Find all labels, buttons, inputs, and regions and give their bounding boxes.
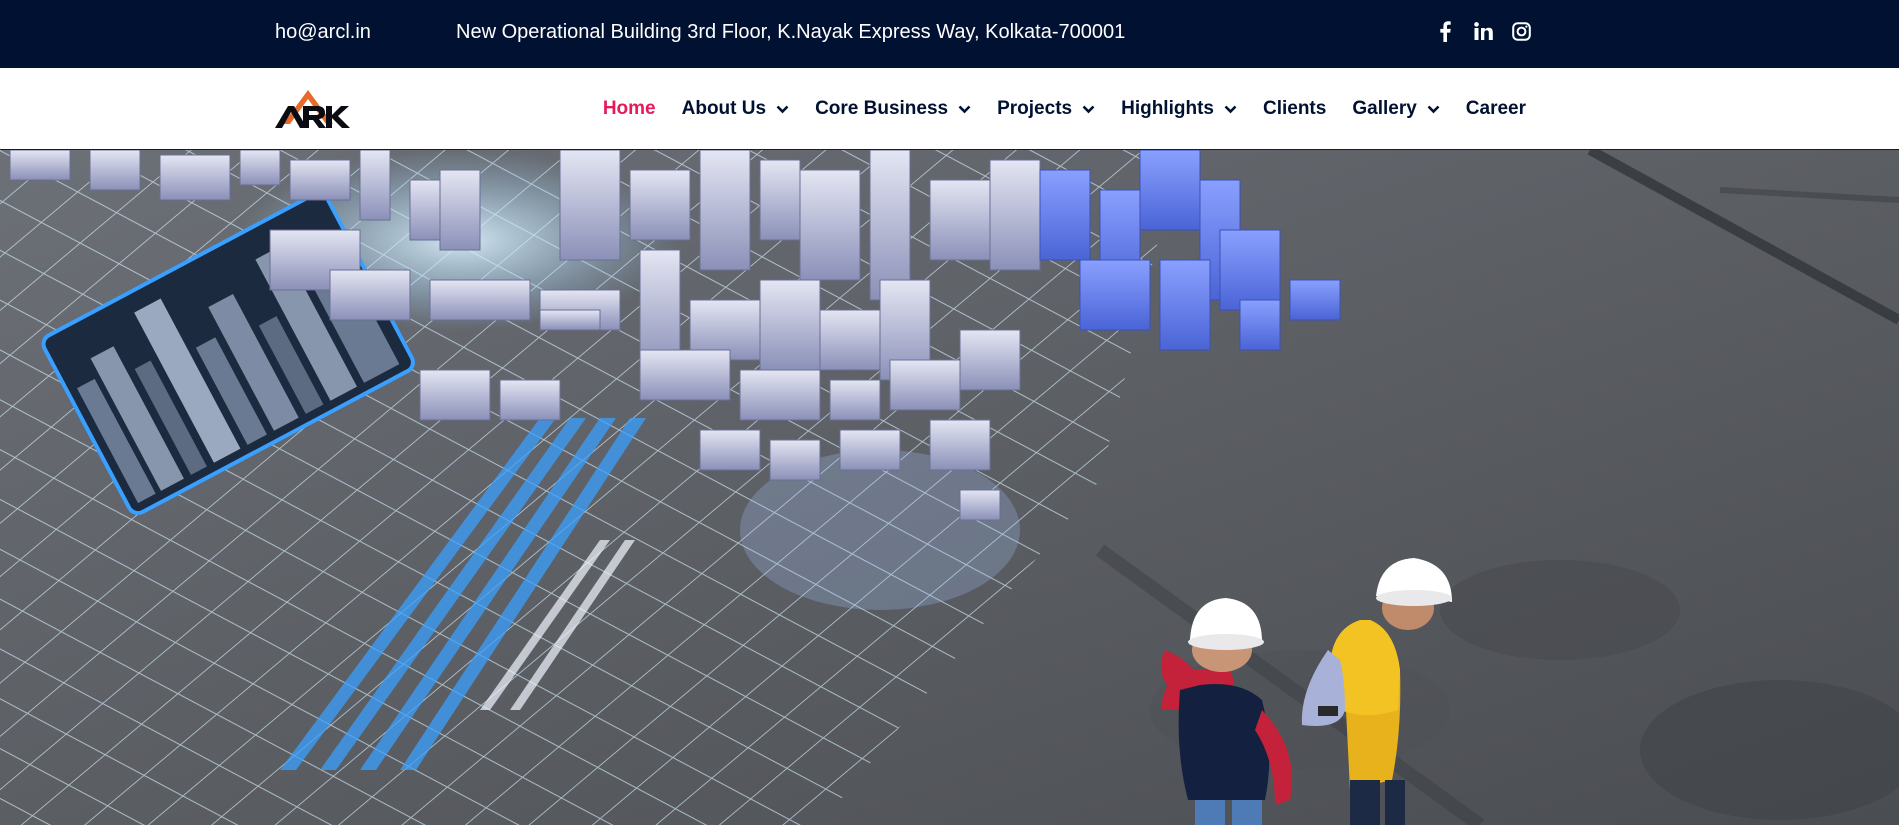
nav-projects[interactable]: Projects <box>997 98 1095 120</box>
chevron-down-icon <box>1427 105 1440 113</box>
nav-home[interactable]: Home <box>603 98 656 120</box>
top-info-bar: ho@arcl.in New Operational Building 3rd … <box>0 0 1899 68</box>
ark-logo[interactable] <box>273 84 351 132</box>
email-link[interactable]: ho@arcl.in <box>275 21 371 44</box>
chevron-down-icon <box>958 105 971 113</box>
nav-label: Projects <box>997 98 1073 119</box>
nav-label: Clients <box>1262 98 1327 119</box>
primary-nav: Home About Us Core Business Projects Hig… <box>603 68 1526 150</box>
address-text: New Operational Building 3rd Floor, K.Na… <box>456 21 1126 43</box>
nav-label: Home <box>602 98 656 119</box>
nav-highlights[interactable]: Highlights <box>1121 98 1237 120</box>
facebook-icon[interactable] <box>1434 19 1456 43</box>
nav-clients[interactable]: Clients <box>1263 98 1326 120</box>
nav-about-us[interactable]: About Us <box>682 98 789 120</box>
chevron-down-icon <box>1082 105 1095 113</box>
main-navbar: Home About Us Core Business Projects Hig… <box>0 68 1899 150</box>
nav-gallery[interactable]: Gallery <box>1352 98 1440 120</box>
nav-label: Gallery <box>1352 98 1417 119</box>
hero-illustration <box>0 150 1899 825</box>
nav-label: Career <box>1465 98 1526 119</box>
nav-label: Highlights <box>1121 98 1214 119</box>
chevron-down-icon <box>1224 105 1237 113</box>
nav-career[interactable]: Career <box>1466 98 1526 120</box>
hero-image <box>0 150 1899 825</box>
chevron-down-icon <box>776 105 789 113</box>
instagram-icon[interactable] <box>1510 19 1532 43</box>
nav-label: About Us <box>681 98 767 119</box>
social-links <box>1434 19 1532 43</box>
linkedin-icon[interactable] <box>1472 19 1494 43</box>
nav-core-business[interactable]: Core Business <box>815 98 971 120</box>
nav-label: Core Business <box>815 98 949 119</box>
